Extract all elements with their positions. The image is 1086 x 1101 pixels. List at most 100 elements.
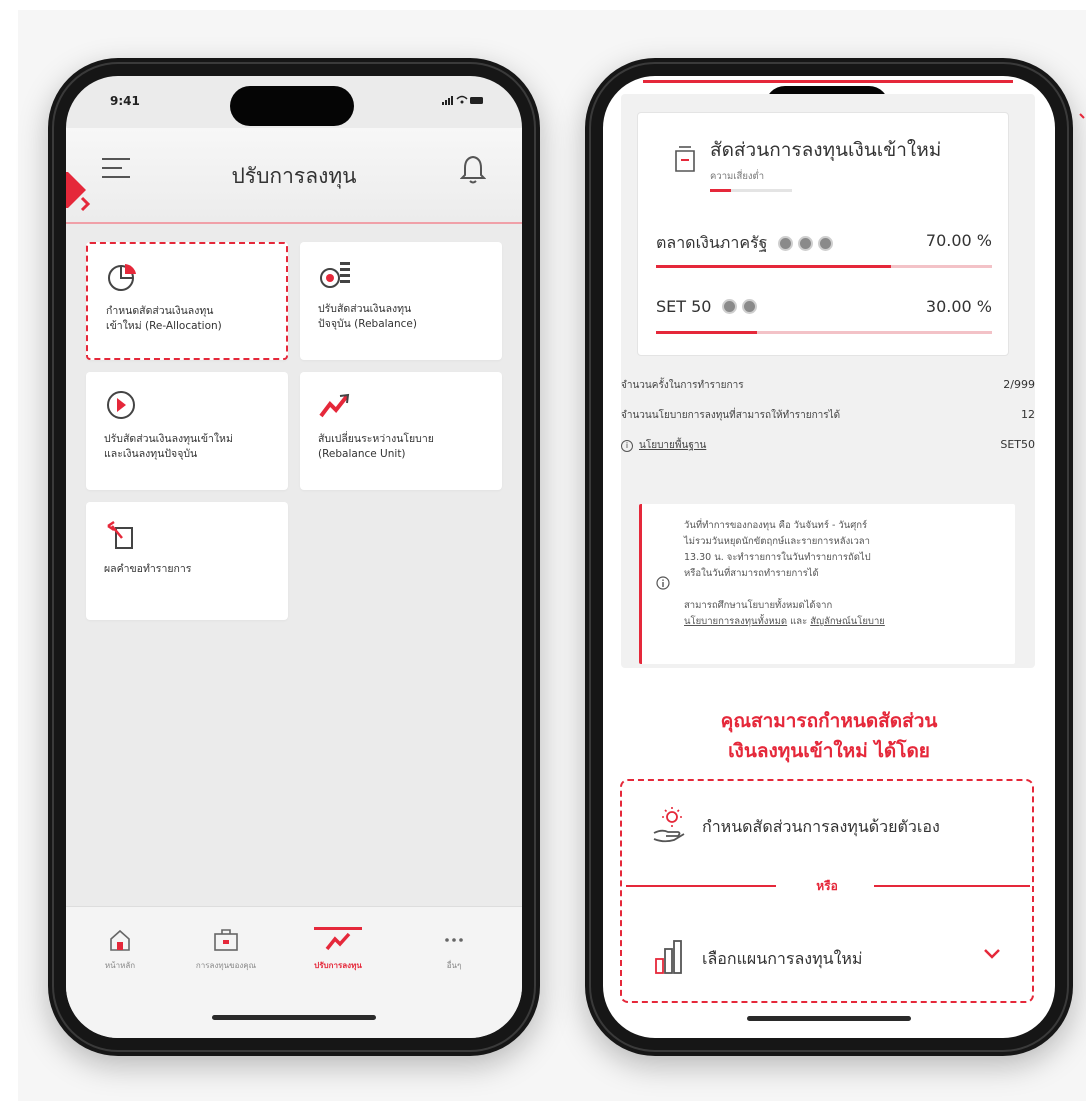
stat-label: จำนวนครั้งในการทำรายการ (621, 380, 744, 391)
fund-percent: 70.00 % (925, 231, 992, 250)
fund-allocation-bar (656, 265, 992, 268)
notice-line: 13.30 น. จะทำรายการในวันทำรายการถัดไป (684, 552, 871, 563)
page-title: ปรับการลงทุน (231, 164, 357, 188)
tile-label: สับเปลี่ยนระหว่างนโยบาย (318, 433, 434, 445)
divider-line (874, 885, 1030, 887)
info-icon: i (621, 440, 633, 452)
notice-line: วันที่ทำการของกองทุน คือ วันจันทร์ - วัน… (684, 520, 868, 531)
wallet-icon (675, 146, 695, 172)
tile-label: กำหนดสัดส่วนเงินลงทุน (106, 305, 214, 317)
nav-label: อื่นๆ (446, 961, 462, 970)
phone-right: สัดส่วนการลงทุนเงินเข้าใหม่ ความเสี่ยงต่… (585, 58, 1073, 1056)
fund-percent: 30.00 % (925, 297, 992, 316)
coins-stack-icon (320, 262, 350, 288)
nav-portfolio[interactable]: การลงทุนของคุณ (176, 927, 276, 972)
cta-line: เงินลงทุนเข้าใหม่ ได้โดย (728, 740, 930, 762)
home-indicator (212, 1015, 376, 1020)
fund-symbol-badge (798, 236, 814, 251)
tile-request-results[interactable]: ผลคำขอทำรายการ (86, 502, 288, 620)
notice-links: นโยบายการลงทุนทั้งหมด และ สัญลักษณ์นโยบา… (684, 614, 1001, 630)
cta-heading: คุณสามารถกำหนดสัดส่วน เงินลงทุนเข้าใหม่ … (603, 706, 1055, 766)
card-title: สัดส่วนการลงทุนเงินเข้าใหม่ (710, 139, 942, 161)
fund-symbol-badge (742, 299, 758, 314)
chevron-down-icon[interactable] (982, 947, 1002, 961)
risk-label: ความเสี่ยงต่ำ (710, 171, 765, 182)
tile-rebalance[interactable]: ปรับสัดส่วนเงินลงทุน ปัจจุบัน (Rebalance… (300, 242, 502, 360)
phone-left-screen: 9:41 ปรับการลงทุน กำหนดสัดส่วนเงินลงทุน … (66, 76, 522, 1038)
notice-and: และ (787, 616, 811, 627)
stat-row: จำนวนนโยบายการลงทุนที่สามารถให้ทำรายการไ… (621, 408, 1035, 423)
info-icon (656, 576, 670, 590)
nav-label: ปรับการลงทุน (314, 961, 362, 970)
tile-re-allocation[interactable]: กำหนดสัดส่วนเงินลงทุน เข้าใหม่ (Re-Alloc… (86, 242, 288, 360)
tile-label: ผลคำขอทำรายการ (104, 563, 192, 575)
briefcase-icon (214, 929, 238, 951)
home-icon (110, 929, 130, 951)
phone-right-screen: สัดส่วนการลงทุนเงินเข้าใหม่ ความเสี่ยงต่… (603, 76, 1055, 1038)
trend-up-icon (319, 393, 350, 418)
tile-rebalance-unit[interactable]: สับเปลี่ยนระหว่างนโยบาย (Rebalance Unit) (300, 372, 502, 490)
top-accent-line (643, 80, 1013, 83)
notice-line: หรือในวันที่สามารถทำรายการได้ (684, 568, 819, 579)
dynamic-island (230, 86, 354, 126)
edge-mark (1079, 113, 1085, 119)
allocation-options: กำหนดสัดส่วนการลงทุนด้วยตัวเอง หรือ เลือ… (620, 779, 1034, 1003)
option-label: เลือกแผนการลงทุนใหม่ (702, 949, 863, 968)
tile-label: และเงินลงทุนปัจจุบัน (104, 448, 198, 460)
bottom-nav: หน้าหลัก การลงทุนของคุณ ปรับการลงทุน อื่… (66, 906, 522, 1038)
home-indicator (747, 1016, 911, 1021)
document-return-icon (107, 520, 133, 549)
stat-label: จำนวนนโยบายการลงทุนที่สามารถให้ทำรายการไ… (621, 410, 841, 421)
custom-allocation-option[interactable]: กำหนดสัดส่วนการลงทุนด้วยตัวเอง (628, 791, 1026, 859)
or-divider: หรือ (622, 873, 1032, 903)
status-time: 9:41 (110, 94, 140, 108)
status-icons (442, 94, 484, 109)
choose-plan-option[interactable]: เลือกแผนการลงทุนใหม่ (628, 923, 1026, 991)
allocation-info-panel: สัดส่วนการลงทุนเงินเข้าใหม่ ความเสี่ยงต่… (621, 94, 1035, 668)
more-dots-icon (445, 938, 463, 942)
all-policies-link[interactable]: นโยบายการลงทุนทั้งหมด (684, 616, 787, 627)
stat-value: 2/999 (1003, 378, 1035, 391)
base-policy-link[interactable]: นโยบายพื้นฐาน (639, 440, 706, 451)
fund-symbol-badge (722, 299, 738, 314)
allocation-card: สัดส่วนการลงทุนเงินเข้าใหม่ ความเสี่ยงต่… (637, 112, 1009, 356)
fund-allocation-bar (656, 331, 992, 334)
tile-reallocation-and-rebalance[interactable]: ปรับสัดส่วนเงินลงทุนเข้าใหม่ และเงินลงทุ… (86, 372, 288, 490)
top-edge (0, 0, 1086, 10)
fund-symbol-badge (818, 236, 834, 251)
risk-meter-fill (710, 189, 731, 192)
cta-line: คุณสามารถกำหนดสัดส่วน (720, 710, 938, 732)
fund-name: ตลาดเงินภาครัฐ (656, 233, 768, 252)
notice-line: สามารถศึกษานโยบายทั้งหมดได้จาก (684, 600, 833, 611)
tile-label: ปัจจุบัน (Rebalance) (318, 318, 417, 330)
trend-up-icon (325, 932, 351, 951)
nav-more[interactable]: อื่นๆ (404, 927, 504, 972)
signal-wifi-battery-icon (442, 95, 483, 105)
tile-label: ปรับสัดส่วนเงินลงทุนเข้าใหม่ (104, 433, 233, 445)
fund-allocation-fill (656, 331, 757, 334)
hand-sun-icon (653, 807, 685, 843)
fund-row: SET 50 30.00 % (656, 297, 992, 334)
fund-name: SET 50 (656, 297, 712, 316)
notice-box: วันที่ทำการของกองทุน คือ วันจันทร์ - วัน… (639, 504, 1015, 664)
nav-home[interactable]: หน้าหลัก (70, 927, 170, 972)
option-label: กำหนดสัดส่วนการลงทุนด้วยตัวเอง (702, 817, 940, 836)
tile-label: (Rebalance Unit) (318, 448, 406, 460)
stat-value: 12 (1021, 408, 1035, 421)
pie-chart-icon (108, 264, 136, 291)
stat-value: SET50 (1000, 438, 1035, 451)
bar-chart-icon (655, 940, 682, 974)
stat-row: จำนวนครั้งในการทำรายการ 2/999 (621, 378, 1035, 393)
phone-left: 9:41 ปรับการลงทุน กำหนดสัดส่วนเงินลงทุน … (48, 58, 540, 1056)
fund-allocation-fill (656, 265, 892, 268)
nav-active-indicator (314, 927, 362, 930)
policy-symbols-link[interactable]: สัญลักษณ์นโยบาย (810, 616, 885, 627)
fund-row: ตลาดเงินภาครัฐ 70.00 % (656, 231, 992, 268)
play-circle-icon (107, 391, 135, 419)
tile-label: ปรับสัดส่วนเงินลงทุน (318, 303, 412, 315)
fund-symbol-badge (778, 236, 794, 251)
nav-label: หน้าหลัก (104, 961, 136, 970)
bell-icon[interactable] (460, 154, 486, 184)
nav-adjust-investment[interactable]: ปรับการลงทุน (288, 927, 388, 972)
fund-name-container: SET 50 (656, 297, 758, 316)
